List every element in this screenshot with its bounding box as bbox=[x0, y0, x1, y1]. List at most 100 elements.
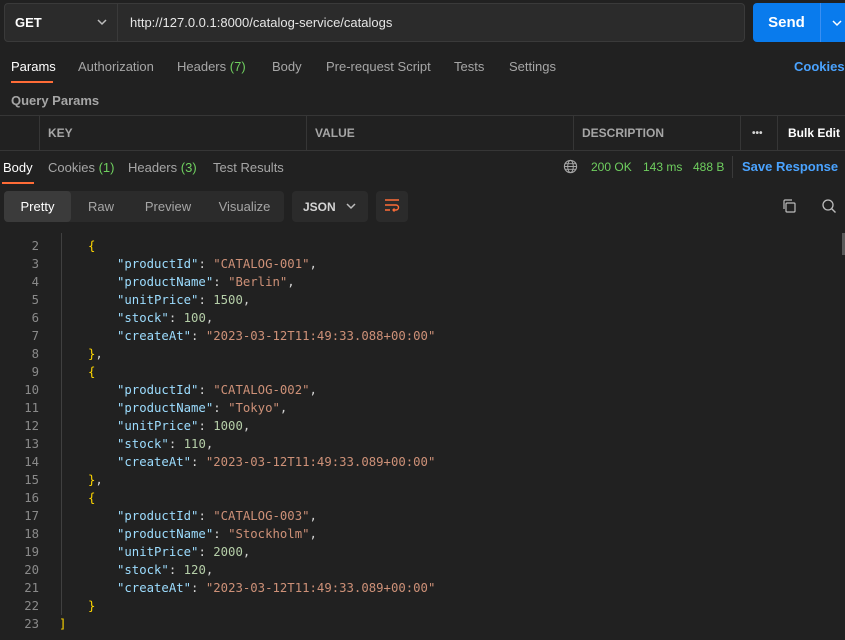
json-comma: , bbox=[242, 545, 251, 559]
send-label: Send bbox=[768, 14, 805, 31]
code-text: "createAt": "2023-03-12T11:49:33.089+00:… bbox=[117, 579, 435, 597]
json-number: 120 bbox=[183, 563, 206, 577]
method-select[interactable]: GET bbox=[4, 3, 118, 42]
code-text: { bbox=[88, 489, 95, 507]
json-number: 1500 bbox=[213, 293, 243, 307]
view-raw-button[interactable]: Raw bbox=[71, 191, 131, 222]
json-string: CATALOG-003 bbox=[220, 509, 303, 523]
code-text: "productName": "Tokyo", bbox=[117, 399, 287, 417]
view-pretty-button[interactable]: Pretty bbox=[4, 191, 71, 222]
code-text: "productName": "Berlin", bbox=[117, 273, 295, 291]
json-comma: , bbox=[205, 563, 214, 577]
json-key: "productName" bbox=[117, 401, 214, 415]
save-response-button[interactable]: Save Response bbox=[742, 159, 845, 174]
tab-response-cookies[interactable]: Cookies (1) bbox=[48, 160, 114, 175]
json-colon: : bbox=[198, 419, 214, 433]
search-button[interactable] bbox=[817, 195, 841, 219]
view-preview-button[interactable]: Preview bbox=[131, 191, 205, 222]
json-key: "createAt" bbox=[117, 455, 192, 469]
code-line: 4 "productName": "Berlin", bbox=[0, 273, 845, 291]
line-number: 14 bbox=[24, 455, 39, 469]
tab-params[interactable]: Params bbox=[11, 59, 56, 74]
language-select[interactable]: JSON bbox=[292, 191, 368, 222]
tab-authorization[interactable]: Authorization bbox=[78, 59, 154, 74]
json-colon: : bbox=[191, 581, 206, 595]
json-comma: , bbox=[242, 419, 251, 433]
active-tab-indicator bbox=[11, 81, 53, 83]
line-number: 20 bbox=[24, 563, 39, 577]
json-key: "unitPrice" bbox=[117, 419, 199, 433]
view-visualize-button[interactable]: Visualize bbox=[205, 191, 284, 222]
code-line: 12 "unitPrice": 1000, bbox=[0, 417, 845, 435]
json-quote: " bbox=[427, 581, 436, 595]
json-key: "stock" bbox=[117, 437, 169, 451]
tab-cookies-count: (1) bbox=[98, 160, 115, 175]
line-number: 4 bbox=[31, 275, 39, 289]
tab-headers[interactable]: Headers (7) bbox=[177, 59, 246, 74]
tab-headers-count: (7) bbox=[229, 59, 246, 74]
line-number: 9 bbox=[31, 365, 39, 379]
line-number: 23 bbox=[24, 617, 39, 631]
json-brace: } bbox=[88, 599, 96, 613]
copy-button[interactable] bbox=[777, 195, 801, 219]
search-icon bbox=[821, 198, 837, 217]
code-line: 9{ bbox=[0, 363, 845, 381]
json-key: "createAt" bbox=[117, 581, 192, 595]
code-line: 22} bbox=[0, 597, 845, 615]
code-line: 15}, bbox=[0, 471, 845, 489]
bulk-edit-button[interactable]: Bulk Edit bbox=[788, 116, 840, 150]
json-quote: " bbox=[302, 509, 310, 523]
json-colon: : bbox=[198, 257, 214, 271]
code-line: 23] bbox=[0, 615, 845, 633]
url-input[interactable]: http://127.0.0.1:8000/catalog-service/ca… bbox=[118, 3, 745, 42]
response-tabs: Body Cookies (1) Headers (3) Test Result… bbox=[0, 150, 845, 184]
send-options-chevron-icon[interactable] bbox=[821, 18, 845, 28]
tab-headers-label: Headers bbox=[177, 59, 227, 74]
tab-response-body[interactable]: Body bbox=[3, 160, 33, 175]
json-comma: , bbox=[95, 347, 103, 361]
code-text: "unitPrice": 1000, bbox=[117, 417, 250, 435]
more-options-icon[interactable]: ••• bbox=[752, 116, 763, 150]
response-body-editor[interactable]: 2{3 "productId": "CATALOG-001", 4 "productN… bbox=[0, 233, 845, 640]
response-time[interactable]: 143 ms bbox=[643, 160, 682, 174]
json-comma: , bbox=[242, 293, 251, 307]
line-number: 7 bbox=[31, 329, 39, 343]
column-divider bbox=[306, 116, 307, 150]
globe-icon[interactable] bbox=[563, 159, 578, 177]
status-code[interactable]: 200 OK bbox=[591, 160, 632, 174]
url-text: http://127.0.0.1:8000/catalog-service/ca… bbox=[130, 15, 393, 30]
line-number: 15 bbox=[24, 473, 39, 487]
code-line: 21 "createAt": "2023-03-12T11:49:33.089+0… bbox=[0, 579, 845, 597]
tab-tests[interactable]: Tests bbox=[454, 59, 484, 74]
tab-prerequest-script[interactable]: Pre-request Script bbox=[326, 59, 431, 74]
column-divider bbox=[39, 116, 40, 150]
send-button[interactable]: Send bbox=[753, 3, 845, 42]
code-text: "unitPrice": 1500, bbox=[117, 291, 250, 309]
json-key: "createAt" bbox=[117, 329, 192, 343]
json-string: Stockholm bbox=[235, 527, 303, 541]
json-quote: " bbox=[302, 257, 310, 271]
code-text: { bbox=[88, 363, 95, 381]
params-table-header: KEY VALUE DESCRIPTION ••• Bulk Edit bbox=[0, 115, 845, 151]
cookies-link[interactable]: Cookies bbox=[794, 59, 845, 74]
json-key: "productId" bbox=[117, 257, 199, 271]
tab-settings[interactable]: Settings bbox=[509, 59, 556, 74]
language-label: JSON bbox=[303, 199, 336, 214]
tab-response-headers[interactable]: Headers (3) bbox=[128, 160, 197, 175]
json-colon: : bbox=[191, 329, 206, 343]
code-text: "stock": 120, bbox=[117, 561, 213, 579]
active-tab-indicator bbox=[2, 182, 34, 184]
json-quote: " bbox=[272, 401, 280, 415]
json-bracket: ] bbox=[59, 617, 67, 631]
json-key: "productName" bbox=[117, 527, 214, 541]
tab-body[interactable]: Body bbox=[272, 59, 302, 74]
tab-test-results[interactable]: Test Results bbox=[213, 160, 284, 175]
json-quote: " bbox=[213, 257, 221, 271]
wrap-lines-button[interactable] bbox=[376, 191, 408, 222]
copy-icon bbox=[781, 198, 797, 217]
json-quote: " bbox=[427, 329, 436, 343]
response-size[interactable]: 488 B bbox=[693, 160, 724, 174]
json-comma: , bbox=[309, 383, 317, 397]
line-number: 21 bbox=[24, 581, 39, 595]
code-line: 18 "productName": "Stockholm", bbox=[0, 525, 845, 543]
